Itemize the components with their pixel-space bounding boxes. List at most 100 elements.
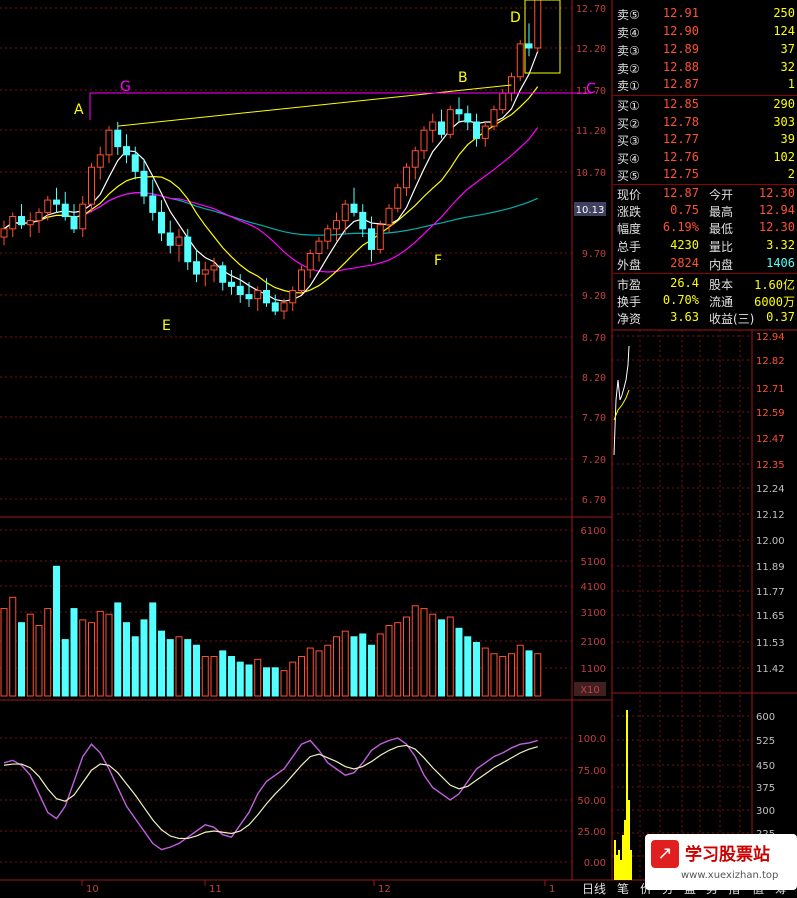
price-tick-label: 9.70	[582, 249, 606, 260]
stat-label: 总手	[617, 240, 642, 254]
volume-bar	[228, 656, 235, 697]
intraday-vol-label: 600	[756, 712, 775, 723]
volume-bar	[516, 644, 524, 697]
volume-bar	[201, 656, 209, 697]
stat-value: 12.87	[662, 186, 699, 200]
volume-bar	[350, 636, 358, 697]
candle-body	[455, 109, 463, 115]
osc-tick-label: 25.00	[577, 827, 606, 838]
stat-label: 最高	[709, 205, 734, 219]
candle-body	[438, 121, 445, 135]
candle-body	[53, 199, 60, 205]
order-row-sell1: 卖① 12.87 1	[613, 77, 797, 93]
intraday-price-label: 12.71	[756, 384, 785, 395]
order-row-buy1: 买① 12.85 290	[613, 97, 797, 113]
volume-bar	[166, 639, 174, 697]
intraday-vol-label: 525	[756, 736, 775, 747]
intraday-price-label: 11.65	[756, 611, 785, 622]
osc-tick-label: 0.00	[584, 858, 606, 869]
watermark: ↗ 学习股票站 www.xuexizhan.top	[645, 834, 797, 890]
intraday-price-label: 11.89	[756, 562, 785, 573]
candle-body	[254, 289, 262, 300]
volume-bar	[499, 656, 507, 697]
volume-unit-label: X10	[580, 685, 600, 696]
order-volume: 303	[773, 115, 795, 129]
intraday-volume-bar	[624, 820, 626, 880]
fund-label: 股本	[709, 278, 734, 292]
candle-body	[61, 203, 69, 218]
volume-bar	[0, 608, 8, 697]
candle-body	[464, 113, 472, 123]
stat-value: 0.75	[670, 203, 699, 217]
candle-body	[26, 220, 34, 226]
candle-body	[333, 220, 340, 230]
price-tick-label: 12.70	[576, 4, 606, 15]
volume-bar	[324, 644, 332, 697]
volume-bar	[149, 602, 157, 697]
volume-tick-label: 4100	[581, 582, 606, 593]
stat-value: 4230	[670, 238, 699, 252]
candle-body	[298, 269, 305, 291]
volume-bar	[429, 613, 437, 697]
volume-bar	[263, 667, 270, 697]
volume-bar	[385, 625, 393, 697]
order-row-sell2: 卖② 12.88 32	[613, 60, 797, 76]
order-price: 12.78	[662, 115, 699, 129]
price-tick-label: 11.20	[576, 126, 606, 137]
osc-line-k	[3, 737, 538, 851]
intraday-price-label: 11.53	[756, 638, 785, 649]
candle-body	[131, 154, 139, 172]
price-tick-label: 8.20	[582, 373, 606, 384]
candle-body	[166, 232, 174, 246]
fund-value: 0.70%	[662, 293, 699, 307]
order-price: 12.91	[662, 6, 699, 20]
volume-bar	[236, 661, 244, 697]
fund-row: 市盈 26.4 股本 1.60亿	[613, 276, 797, 292]
osc-tick-label: 50.00	[577, 796, 606, 807]
volume-bar	[341, 630, 349, 697]
volume-bar	[219, 650, 227, 697]
tab-daily[interactable]: 日线	[582, 880, 606, 897]
intraday-volume-bar	[628, 800, 630, 880]
volume-tick-label: 2100	[581, 637, 606, 648]
annotation-label: A	[74, 102, 84, 118]
candle-body	[473, 121, 480, 139]
volume-bar	[455, 627, 463, 697]
tab-trades[interactable]: 笔	[617, 880, 629, 897]
order-label: 卖②	[617, 62, 640, 76]
intraday-volume-bar	[616, 855, 618, 880]
order-label: 买④	[617, 152, 640, 166]
candle-body	[158, 211, 165, 234]
candle-body	[149, 195, 157, 213]
watermark-title: 学习股票站	[685, 845, 770, 865]
intraday-volume-bar	[614, 840, 616, 880]
candle-body	[376, 224, 384, 250]
volume-bar	[18, 622, 25, 697]
volume-bar	[376, 633, 384, 697]
stat-row: 涨跌 0.75 最高 12.94	[613, 203, 797, 219]
volume-bar	[403, 616, 410, 697]
fund-value: 3.63	[670, 310, 699, 324]
candle-body	[245, 294, 253, 300]
current-price-tag: 10.13	[576, 205, 605, 216]
candle-body	[306, 253, 314, 271]
stat-row: 现价 12.87 今开 12.30	[613, 186, 797, 202]
volume-bar	[289, 661, 297, 697]
divider	[613, 184, 797, 185]
osc-line-d	[3, 744, 538, 840]
intraday-price-label: 11.77	[756, 587, 785, 598]
order-row-buy2: 买② 12.78 303	[613, 115, 797, 131]
candle-body	[315, 240, 323, 254]
stat-value: 12.30	[758, 220, 795, 234]
volume-bar	[464, 636, 472, 697]
moving-average-line	[3, 86, 539, 294]
candle-body	[271, 302, 279, 312]
watermark-url: www.xuexizhan.top	[681, 870, 779, 881]
candle-body	[70, 216, 78, 230]
volume-tick-label: 1100	[581, 664, 606, 675]
candle-body	[499, 92, 507, 111]
candle-body	[210, 265, 218, 271]
intraday-price-label: 11.42	[756, 664, 785, 675]
quote-panel: 卖⑤ 12.91 250 卖④ 12.90 124 卖③ 12.89 37 卖②…	[613, 0, 797, 330]
fund-value: 6000万	[754, 295, 795, 309]
